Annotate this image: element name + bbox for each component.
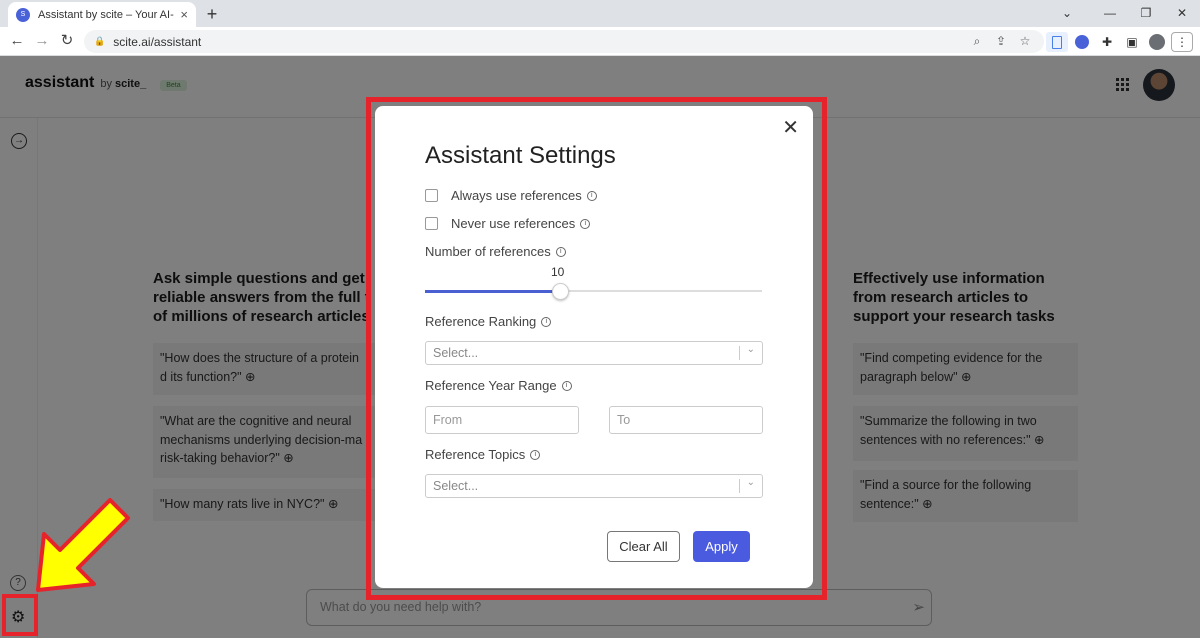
modal-title: Assistant Settings: [425, 142, 616, 169]
url-text: scite.ai/assistant: [113, 34, 202, 49]
number-of-references-slider[interactable]: [425, 283, 762, 300]
docs-extension-icon[interactable]: [1046, 32, 1068, 52]
extensions-puzzle-icon[interactable]: ✚: [1096, 32, 1118, 52]
apply-button[interactable]: Apply: [693, 531, 750, 562]
reference-year-range-label: Reference Year Range i: [425, 378, 572, 393]
chevron-down-icon[interactable]: ⌄: [747, 477, 755, 488]
browser-tab[interactable]: S Assistant by scite – Your AI-Powe ×: [8, 2, 196, 27]
close-modal-icon[interactable]: ✕: [782, 118, 799, 138]
minimize-icon[interactable]: —: [1092, 0, 1128, 27]
browser-menu-icon[interactable]: ⋮: [1171, 32, 1193, 52]
close-window-icon[interactable]: ✕: [1164, 0, 1200, 27]
back-icon[interactable]: ←: [6, 30, 28, 52]
slider-thumb[interactable]: [552, 283, 569, 300]
profile-avatar-icon[interactable]: [1146, 32, 1168, 52]
info-icon[interactable]: i: [541, 316, 552, 327]
always-use-references-checkbox[interactable]: [425, 189, 438, 202]
annotation-arrow-icon: [36, 498, 130, 592]
bookmark-star-icon[interactable]: ☆: [1016, 33, 1034, 50]
number-of-references-text: Number of references: [425, 244, 551, 259]
info-icon[interactable]: i: [580, 218, 591, 229]
assistant-settings-modal: ✕ Assistant Settings Always use referenc…: [375, 106, 813, 588]
reference-year-range-text: Reference Year Range: [425, 378, 557, 393]
tab-search-icon[interactable]: ⌄: [1042, 0, 1092, 27]
year-from-input[interactable]: From: [425, 406, 579, 434]
info-icon[interactable]: i: [586, 190, 597, 201]
always-use-references-option[interactable]: Always use references i: [425, 188, 597, 203]
new-tab-icon[interactable]: +: [202, 4, 222, 24]
scite-extension-icon[interactable]: [1071, 32, 1093, 52]
reference-ranking-placeholder: Select...: [433, 346, 479, 360]
reference-ranking-label: Reference Ranking i: [425, 314, 552, 329]
year-from-placeholder: From: [433, 413, 463, 427]
zoom-icon[interactable]: ⌕: [968, 33, 986, 50]
number-of-references-label: Number of references i: [425, 244, 566, 259]
window-controls: ⌄ — ❐ ✕: [1042, 0, 1200, 27]
address-bar[interactable]: 🔒 scite.ai/assistant ⌕ ⇪ ☆: [84, 30, 1044, 53]
tab-close-icon[interactable]: ×: [180, 7, 188, 22]
tab-title: Assistant by scite – Your AI-Powe: [38, 8, 174, 21]
slider-fill: [425, 290, 560, 293]
never-use-references-label: Never use references: [451, 216, 576, 231]
forward-icon[interactable]: →: [31, 30, 53, 52]
maximize-icon[interactable]: ❐: [1128, 0, 1164, 27]
always-use-references-label: Always use references: [451, 188, 582, 203]
slider-value: 10: [551, 265, 565, 279]
browser-tabbar: S Assistant by scite – Your AI-Powe × + …: [0, 0, 1200, 27]
lock-icon: 🔒: [94, 36, 106, 46]
chevron-down-icon[interactable]: ⌄: [747, 344, 755, 355]
annotation-gear-highlight: [2, 594, 38, 636]
side-panel-icon[interactable]: ▣: [1121, 32, 1143, 52]
scite-favicon-icon: S: [16, 7, 30, 22]
reference-topics-label: Reference Topics i: [425, 447, 541, 462]
reference-ranking-select[interactable]: Select... ⌄: [425, 341, 763, 365]
year-to-input[interactable]: To: [609, 406, 763, 434]
clear-all-button[interactable]: Clear All: [607, 531, 680, 562]
reference-topics-select[interactable]: Select... ⌄: [425, 474, 763, 498]
reference-topics-text: Reference Topics: [425, 447, 526, 462]
never-use-references-option[interactable]: Never use references i: [425, 216, 591, 231]
year-to-placeholder: To: [617, 413, 631, 427]
reload-icon[interactable]: ↻: [56, 30, 78, 52]
info-icon[interactable]: i: [530, 449, 541, 460]
never-use-references-checkbox[interactable]: [425, 217, 438, 230]
browser-toolbar: ← → ↻ 🔒 scite.ai/assistant ⌕ ⇪ ☆ ✚ ▣ ⋮: [0, 27, 1200, 56]
info-icon[interactable]: i: [561, 380, 572, 391]
share-icon[interactable]: ⇪: [992, 33, 1010, 50]
info-icon[interactable]: i: [555, 246, 566, 257]
reference-topics-placeholder: Select...: [433, 479, 479, 493]
reference-ranking-text: Reference Ranking: [425, 314, 537, 329]
